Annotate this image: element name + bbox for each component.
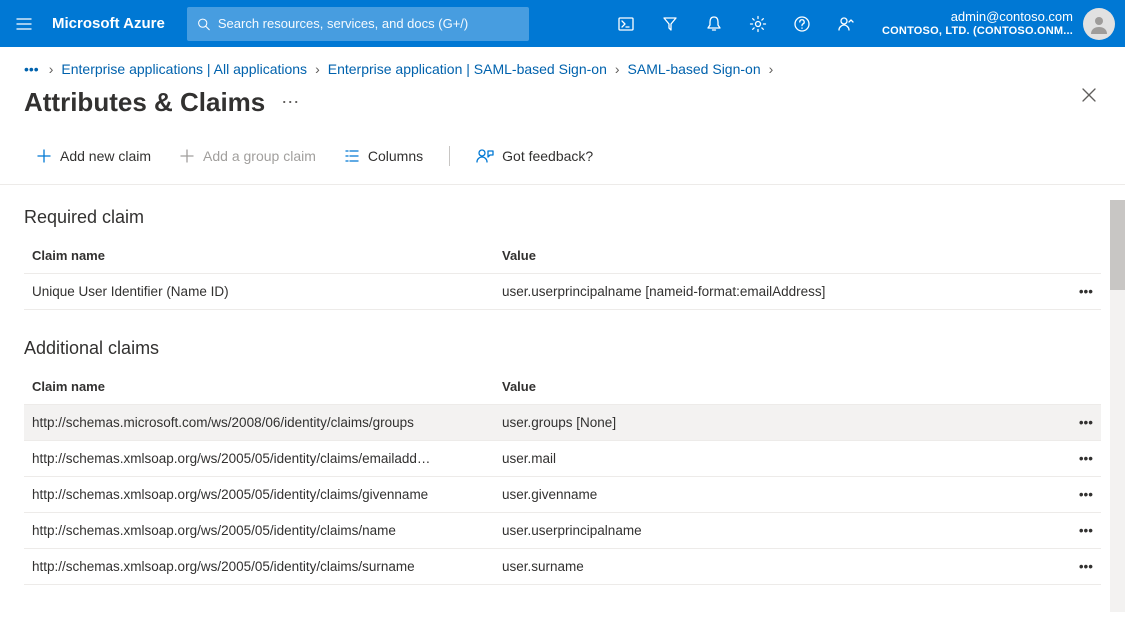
additional-claims-table: Claim name Value http://schemas.microsof…: [24, 369, 1101, 585]
claim-value-cell: user.givenname: [494, 477, 1051, 513]
breadcrumb-link-2[interactable]: SAML-based Sign-on: [628, 61, 761, 77]
cloud-shell-button[interactable]: [604, 0, 648, 47]
col-header-value[interactable]: Value: [494, 369, 1051, 405]
command-bar: Add new claim Add a group claim Columns …: [0, 136, 1125, 185]
chevron-right-icon: ›: [769, 61, 774, 77]
col-header-value[interactable]: Value: [494, 238, 1051, 274]
chevron-right-icon: ›: [615, 61, 620, 77]
table-row[interactable]: http://schemas.xmlsoap.org/ws/2005/05/id…: [24, 549, 1101, 585]
claim-name-cell: Unique User Identifier (Name ID): [24, 274, 494, 310]
menu-toggle-button[interactable]: [0, 0, 48, 47]
breadcrumb-link-1[interactable]: Enterprise application | SAML-based Sign…: [328, 61, 607, 77]
columns-icon: [344, 148, 360, 164]
plus-icon: [36, 148, 52, 164]
notifications-button[interactable]: [692, 0, 736, 47]
feedback-link[interactable]: Got feedback?: [464, 142, 605, 170]
add-group-claim-button: Add a group claim: [167, 142, 328, 170]
claim-value-cell: user.groups [None]: [494, 405, 1051, 441]
claim-value-cell: user.userprincipalname: [494, 513, 1051, 549]
row-actions-button[interactable]: •••: [1059, 415, 1093, 430]
required-claim-heading: Required claim: [24, 207, 1101, 228]
columns-label: Columns: [368, 148, 423, 164]
chevron-right-icon: ›: [315, 61, 320, 77]
claim-value-cell: user.mail: [494, 441, 1051, 477]
add-new-claim-label: Add new claim: [60, 148, 151, 164]
directory-filter-button[interactable]: [648, 0, 692, 47]
search-icon: [197, 17, 210, 31]
title-more-button[interactable]: ⋯: [281, 92, 301, 113]
col-header-claim-name[interactable]: Claim name: [24, 369, 494, 405]
scrollbar-thumb[interactable]: [1110, 200, 1125, 290]
row-actions-button[interactable]: •••: [1059, 451, 1093, 466]
global-header: Microsoft Azure admin@contoso.com CONTOS…: [0, 0, 1125, 47]
page-titlebar: Attributes & Claims ⋯: [0, 87, 1125, 136]
settings-button[interactable]: [736, 0, 780, 47]
claim-name-cell: http://schemas.xmlsoap.org/ws/2005/05/id…: [24, 477, 494, 513]
feedback-button[interactable]: [824, 0, 868, 47]
breadcrumb-link-0[interactable]: Enterprise applications | All applicatio…: [61, 61, 307, 77]
claim-value-cell: user.userprincipalname [nameid-format:em…: [494, 274, 1051, 310]
global-search-input[interactable]: [218, 16, 519, 31]
account-avatar[interactable]: [1083, 8, 1115, 40]
account-tenant: CONTOSO, LTD. (CONTOSO.ONM...: [882, 25, 1073, 39]
account-email: admin@contoso.com: [951, 9, 1073, 25]
feedback-label: Got feedback?: [502, 148, 593, 164]
claim-name-cell: http://schemas.microsoft.com/ws/2008/06/…: [24, 405, 494, 441]
global-search[interactable]: [187, 7, 529, 41]
row-actions-button[interactable]: •••: [1059, 487, 1093, 502]
row-actions-button[interactable]: •••: [1059, 284, 1093, 299]
content-area: Required claim Claim name Value Unique U…: [0, 185, 1125, 611]
claim-name-cell: http://schemas.xmlsoap.org/ws/2005/05/id…: [24, 549, 494, 585]
claim-name-cell: http://schemas.xmlsoap.org/ws/2005/05/id…: [24, 513, 494, 549]
account-info[interactable]: admin@contoso.com CONTOSO, LTD. (CONTOSO…: [868, 9, 1079, 39]
breadcrumb: ••• › Enterprise applications | All appl…: [0, 47, 1125, 87]
help-button[interactable]: [780, 0, 824, 47]
table-row[interactable]: http://schemas.microsoft.com/ws/2008/06/…: [24, 405, 1101, 441]
page-title: Attributes & Claims: [24, 87, 265, 118]
scrollbar[interactable]: [1110, 200, 1125, 612]
table-row[interactable]: http://schemas.xmlsoap.org/ws/2005/05/id…: [24, 477, 1101, 513]
add-group-claim-label: Add a group claim: [203, 148, 316, 164]
claim-value-cell: user.surname: [494, 549, 1051, 585]
chevron-right-icon: ›: [49, 61, 54, 77]
table-row[interactable]: http://schemas.xmlsoap.org/ws/2005/05/id…: [24, 441, 1101, 477]
columns-button[interactable]: Columns: [332, 142, 435, 170]
table-row[interactable]: http://schemas.xmlsoap.org/ws/2005/05/id…: [24, 513, 1101, 549]
brand-label[interactable]: Microsoft Azure: [48, 15, 187, 32]
row-actions-button[interactable]: •••: [1059, 559, 1093, 574]
row-actions-button[interactable]: •••: [1059, 523, 1093, 538]
add-new-claim-button[interactable]: Add new claim: [24, 142, 163, 170]
close-blade-button[interactable]: [1081, 87, 1097, 106]
required-claims-table: Claim name Value Unique User Identifier …: [24, 238, 1101, 310]
col-header-claim-name[interactable]: Claim name: [24, 238, 494, 274]
additional-claims-heading: Additional claims: [24, 338, 1101, 359]
claim-name-cell: http://schemas.xmlsoap.org/ws/2005/05/id…: [24, 441, 494, 477]
plus-icon: [179, 148, 195, 164]
toolbar-divider: [449, 146, 450, 166]
table-row[interactable]: Unique User Identifier (Name ID) user.us…: [24, 274, 1101, 310]
breadcrumb-overflow[interactable]: •••: [24, 61, 41, 77]
person-feedback-icon: [476, 148, 494, 164]
